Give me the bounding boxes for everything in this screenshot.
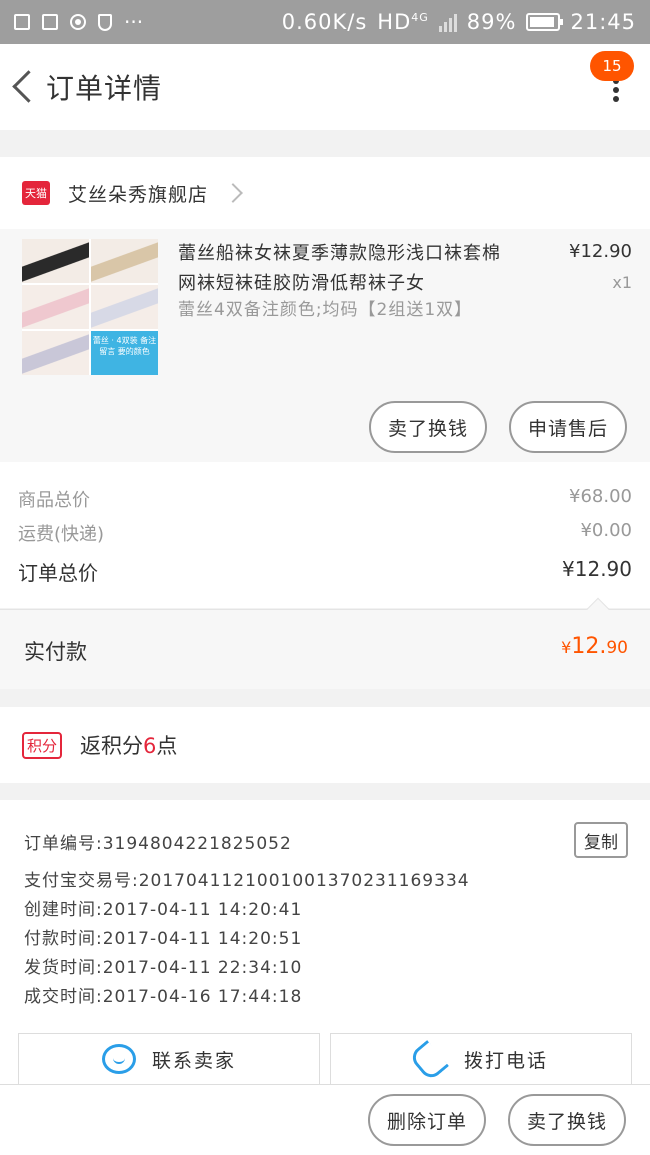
points-number: 6: [143, 734, 157, 758]
shipping-row: 运费(快递) ¥0.00: [18, 520, 632, 546]
product-item[interactable]: 蕾丝 · 4双装 备注留言 要的颜色 蕾丝船袜女袜夏季薄款隐形浅口袜套棉网袜短袜…: [0, 229, 650, 462]
paid-integer: 12.: [571, 634, 607, 659]
shipping-label: 运费(快递): [18, 524, 105, 545]
network-type: HD4G: [377, 10, 429, 34]
sell-item-button[interactable]: 卖了换钱: [369, 401, 487, 453]
paid-time: 付款时间:2017-04-11 14:20:51: [24, 929, 303, 949]
product-sku: 蕾丝4双备注颜色;均码【2组送1双】: [178, 300, 473, 320]
contact-seller-button[interactable]: 联系卖家: [18, 1033, 320, 1084]
copy-order-number-button[interactable]: 复制: [574, 822, 628, 858]
signal-icon: [438, 12, 457, 32]
order-total-value: ¥12.90: [562, 557, 632, 581]
created-time: 创建时间:2017-04-11 14:20:41: [24, 900, 303, 920]
goods-total-label: 商品总价: [18, 490, 90, 511]
product-price: ¥12.90: [569, 241, 632, 262]
page-title: 订单详情: [46, 72, 163, 105]
bottom-action-bar: 删除订单 卖了换钱: [0, 1084, 650, 1155]
points-text: 返积分6点: [80, 730, 177, 760]
phone-icon: [414, 1044, 444, 1074]
alipay-trade-number: 支付宝交易号:2017041121001001370231169334: [24, 871, 470, 891]
price-summary: 商品总价 ¥68.00 运费(快递) ¥0.00 订单总价 ¥12.90: [0, 462, 650, 608]
order-total-row: 订单总价 ¥12.90: [18, 557, 632, 586]
points-tag: 积分: [22, 731, 63, 759]
status-icons-left: ···: [14, 10, 143, 34]
shield-icon: [98, 13, 112, 31]
chat-icon: [101, 1044, 136, 1074]
call-phone-label: 拨打电话: [463, 1049, 548, 1072]
network-subtype: 4G: [411, 11, 429, 24]
order-number: 订单编号:3194804221825052: [24, 834, 292, 854]
store-card: 天猫 艾丝朵秀旗舰店 蕾丝 · 4双装 备注留言 要的颜色 蕾丝船袜女袜夏季薄款…: [0, 157, 650, 462]
call-phone-button[interactable]: 拨打电话: [330, 1033, 632, 1084]
shipping-value: ¥0.00: [580, 520, 632, 541]
after-sale-button[interactable]: 申请售后: [509, 401, 627, 453]
store-name: 艾丝朵秀旗舰店: [68, 183, 209, 206]
chevron-right-icon: [223, 183, 243, 203]
product-thumbnail[interactable]: 蕾丝 · 4双装 备注留言 要的颜色: [22, 239, 158, 375]
tmall-icon: 天猫: [22, 181, 50, 205]
paid-decimal: 90: [606, 638, 628, 658]
completed-time: 成交时间:2017-04-16 17:44:18: [24, 987, 303, 1007]
goods-total-value: ¥68.00: [569, 486, 632, 507]
app-header: 订单详情 15: [0, 44, 650, 130]
shipped-time: 发货时间:2017-04-11 22:34:10: [24, 958, 303, 978]
store-header[interactable]: 天猫 艾丝朵秀旗舰店: [0, 157, 650, 229]
product-quantity: x1: [612, 273, 632, 292]
contact-bar: 联系卖家 拨打电话: [0, 1024, 650, 1084]
contact-seller-label: 联系卖家: [151, 1049, 236, 1072]
product-title: 蕾丝船袜女袜夏季薄款隐形浅口袜套棉网袜短袜硅胶防滑低帮袜子女: [178, 243, 501, 294]
paid-amount: ¥12.90: [561, 634, 628, 659]
image-icon: [14, 14, 30, 30]
network-speed: 0.60K/s: [281, 10, 368, 34]
points-suffix: 点: [156, 734, 178, 758]
back-icon[interactable]: [0, 44, 50, 130]
thumbnail-caption: 蕾丝 · 4双装 备注留言 要的颜色: [91, 331, 158, 375]
record-icon: [70, 14, 86, 30]
paid-amount-row: 实付款 ¥12.90: [0, 597, 650, 689]
paid-currency: ¥: [561, 638, 572, 657]
battery-percent: 89%: [466, 10, 517, 34]
battery-icon: [526, 13, 564, 31]
goods-total-row: 商品总价 ¥68.00: [18, 486, 632, 512]
points-row: 积分 返积分6点: [0, 707, 650, 783]
screenshot-icon: [42, 14, 58, 30]
paid-label: 实付款: [24, 640, 87, 664]
clock: 21:45: [570, 10, 636, 34]
order-total-label: 订单总价: [18, 561, 98, 585]
status-bar: ··· 0.60K/s HD4G 89% 21:45: [0, 0, 650, 44]
delete-order-button[interactable]: 删除订单: [368, 1094, 486, 1146]
sell-item-bottom-button[interactable]: 卖了换钱: [508, 1094, 626, 1146]
more-menu-icon[interactable]: [612, 78, 620, 102]
message-count-badge: 15: [590, 51, 634, 81]
order-info: 订单编号:3194804221825052 支付宝交易号:20170411210…: [0, 800, 650, 1024]
points-prefix: 返积分: [80, 734, 144, 758]
status-icons-right: 0.60K/s HD4G 89% 21:45: [282, 10, 636, 34]
more-notifications-icon: ···: [124, 10, 144, 34]
